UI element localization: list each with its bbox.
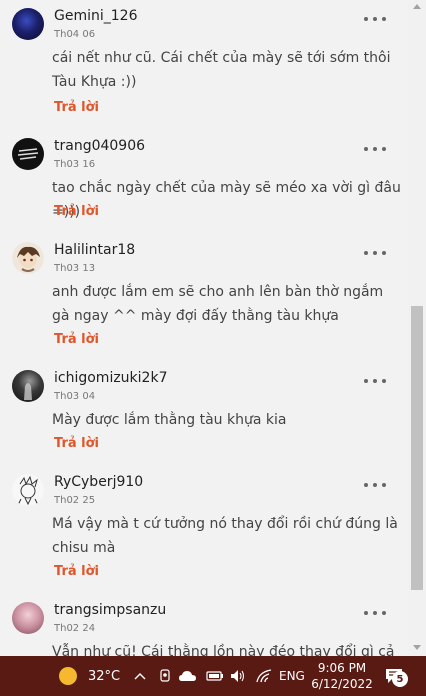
avatar-sketch-icon [17,475,39,506]
more-options-icon[interactable] [362,372,388,390]
more-options-icon[interactable] [362,244,388,262]
reply-button[interactable]: Trả lời [54,332,99,347]
comment-date: Th04 06 [54,29,96,40]
comment-text: Mày được lắm thằng tàu khựa kia [52,412,287,428]
comment-item: trang040906 Th03 16 tao chắc ngày chết c… [0,138,408,238]
reply-button[interactable]: Trả lời [54,436,99,451]
more-options-icon[interactable] [362,476,388,494]
avatar-logo-icon [17,148,39,160]
reply-button[interactable]: Trả lời [54,564,99,579]
reply-button[interactable]: Trả lời [54,100,99,115]
comment-item: Halilintar18 Th03 13 anh được lắm em sẽ … [0,242,408,352]
avatar[interactable] [12,8,44,40]
comment-item: trangsimpsanzu Th02 24 Vẫn như cũ! Cái t… [0,602,408,656]
avatar[interactable] [12,370,44,402]
more-options-icon[interactable] [362,10,388,28]
volume-icon[interactable] [229,656,247,696]
scroll-up-arrow-icon[interactable] [413,4,421,9]
chevron-up-icon[interactable] [133,656,147,696]
comment-date: Th03 04 [54,391,96,402]
windows-taskbar: 32°C ENG 9:06 PM 6/12/2022 5 [0,656,426,696]
comment-date: Th03 16 [54,159,96,170]
reply-button[interactable]: Trả lời [54,204,99,219]
comment-item: Gemini_126 Th04 06 cái nết như cũ. Cái c… [0,8,408,118]
comment-text: Má vậy mà t cứ tưởng nó thay đổi rồi chứ… [52,516,398,556]
weather-temperature[interactable]: 32°C [88,656,120,696]
input-language[interactable]: ENG [279,656,305,696]
notification-badge: 5 [392,671,408,687]
wifi-icon[interactable] [255,656,273,696]
comment-date: Th02 24 [54,623,96,634]
comment-item: RyCyberj910 Th02 25 Má vậy mà t cứ tưởng… [0,474,408,584]
scrollbar[interactable] [408,0,426,656]
battery-plug-icon[interactable] [204,656,224,696]
avatar-character-icon [17,246,40,272]
comment-list: Gemini_126 Th04 06 cái nết như cũ. Cái c… [0,0,408,656]
comment-username[interactable]: ichigomizuki2k7 [54,370,167,386]
comment-item: ichigomizuki2k7 Th03 04 Mày được lắm thằ… [0,370,408,470]
comment-text: tao chắc ngày chết của mày sẽ méo xa vời… [52,180,401,220]
weather-widget[interactable] [58,656,78,696]
comment-username[interactable]: trangsimpsanzu [54,602,166,618]
avatar[interactable] [12,474,44,506]
more-options-icon[interactable] [362,604,388,622]
comment-text: Vẫn như cũ! Cái thằng lồn này đéo thay đ… [52,644,395,656]
avatar-figure-icon [24,383,32,400]
meet-now-icon[interactable] [158,656,172,696]
comment-date: Th03 13 [54,263,96,274]
comment-username[interactable]: Gemini_126 [54,8,137,24]
comment-text: cái nết như cũ. Cái chết của mày sẽ tới … [52,50,391,90]
clock-date: 6/12/2022 [311,677,373,691]
comment-date: Th02 25 [54,495,96,506]
comment-username[interactable]: RyCyberj910 [54,474,143,490]
sun-icon [59,667,77,685]
comment-username[interactable]: Halilintar18 [54,242,135,258]
comment-username[interactable]: trang040906 [54,138,145,154]
clock[interactable]: 9:06 PM 6/12/2022 [311,656,373,696]
clock-time: 9:06 PM [317,661,367,675]
comment-text: anh được lắm em sẽ cho anh lên bàn thờ n… [52,284,384,324]
scrollbar-thumb[interactable] [411,306,423,590]
scroll-down-arrow-icon[interactable] [413,645,421,650]
avatar[interactable] [12,138,44,170]
avatar[interactable] [12,242,44,274]
avatar[interactable] [12,602,44,634]
onedrive-cloud-icon[interactable] [178,656,198,696]
more-options-icon[interactable] [362,140,388,158]
